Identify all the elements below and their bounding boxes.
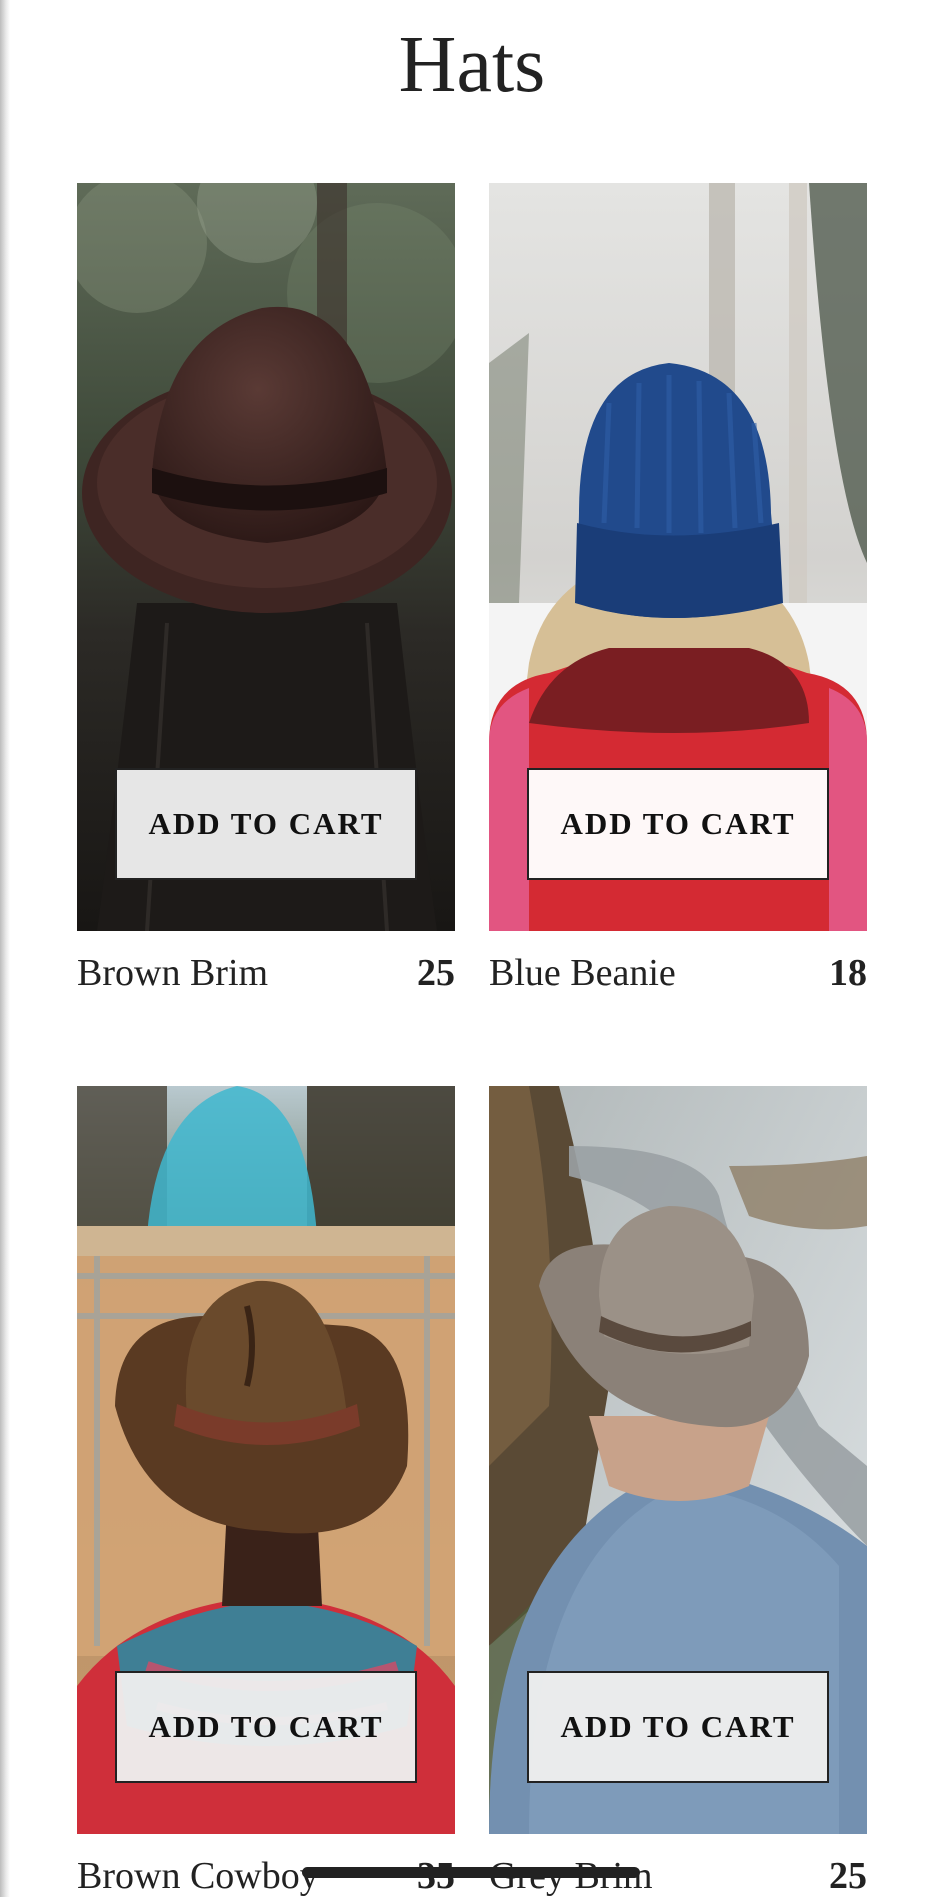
- product-name: Brown Cowboy: [77, 1855, 319, 1897]
- product-image: ADD TO CART: [77, 183, 455, 931]
- page-title: Hats: [398, 21, 546, 109]
- product-name: Blue Beanie: [489, 952, 676, 994]
- product-image: ADD TO CART: [489, 1086, 867, 1834]
- product-image: ADD TO CART: [77, 1086, 455, 1834]
- product-image: ADD TO CART: [489, 183, 867, 931]
- product-price: 25: [417, 952, 455, 994]
- product-name: Brown Brim: [77, 952, 269, 994]
- add-to-cart-button[interactable]: ADD TO CART: [527, 768, 829, 880]
- product-card-brown-brim: ADD TO CART Brown Brim 25: [77, 183, 455, 994]
- add-to-cart-button[interactable]: ADD TO CART: [115, 1671, 417, 1783]
- product-info: Brown Brim 25: [77, 951, 455, 995]
- product-card-brown-cowboy: ADD TO CART Brown Cowboy 35: [77, 1086, 455, 1897]
- add-to-cart-button[interactable]: ADD TO CART: [115, 768, 417, 880]
- product-info: Blue Beanie 18: [489, 951, 867, 995]
- product-price: 18: [829, 952, 867, 994]
- left-edge-shadow: [0, 0, 10, 1897]
- product-card-grey-brim: ADD TO CART Grey Brim 25: [489, 1086, 867, 1897]
- add-to-cart-button[interactable]: ADD TO CART: [527, 1671, 829, 1783]
- home-indicator[interactable]: [302, 1867, 640, 1878]
- product-price: 25: [829, 1855, 867, 1897]
- product-card-blue-beanie: ADD TO CART Blue Beanie 18: [489, 183, 867, 994]
